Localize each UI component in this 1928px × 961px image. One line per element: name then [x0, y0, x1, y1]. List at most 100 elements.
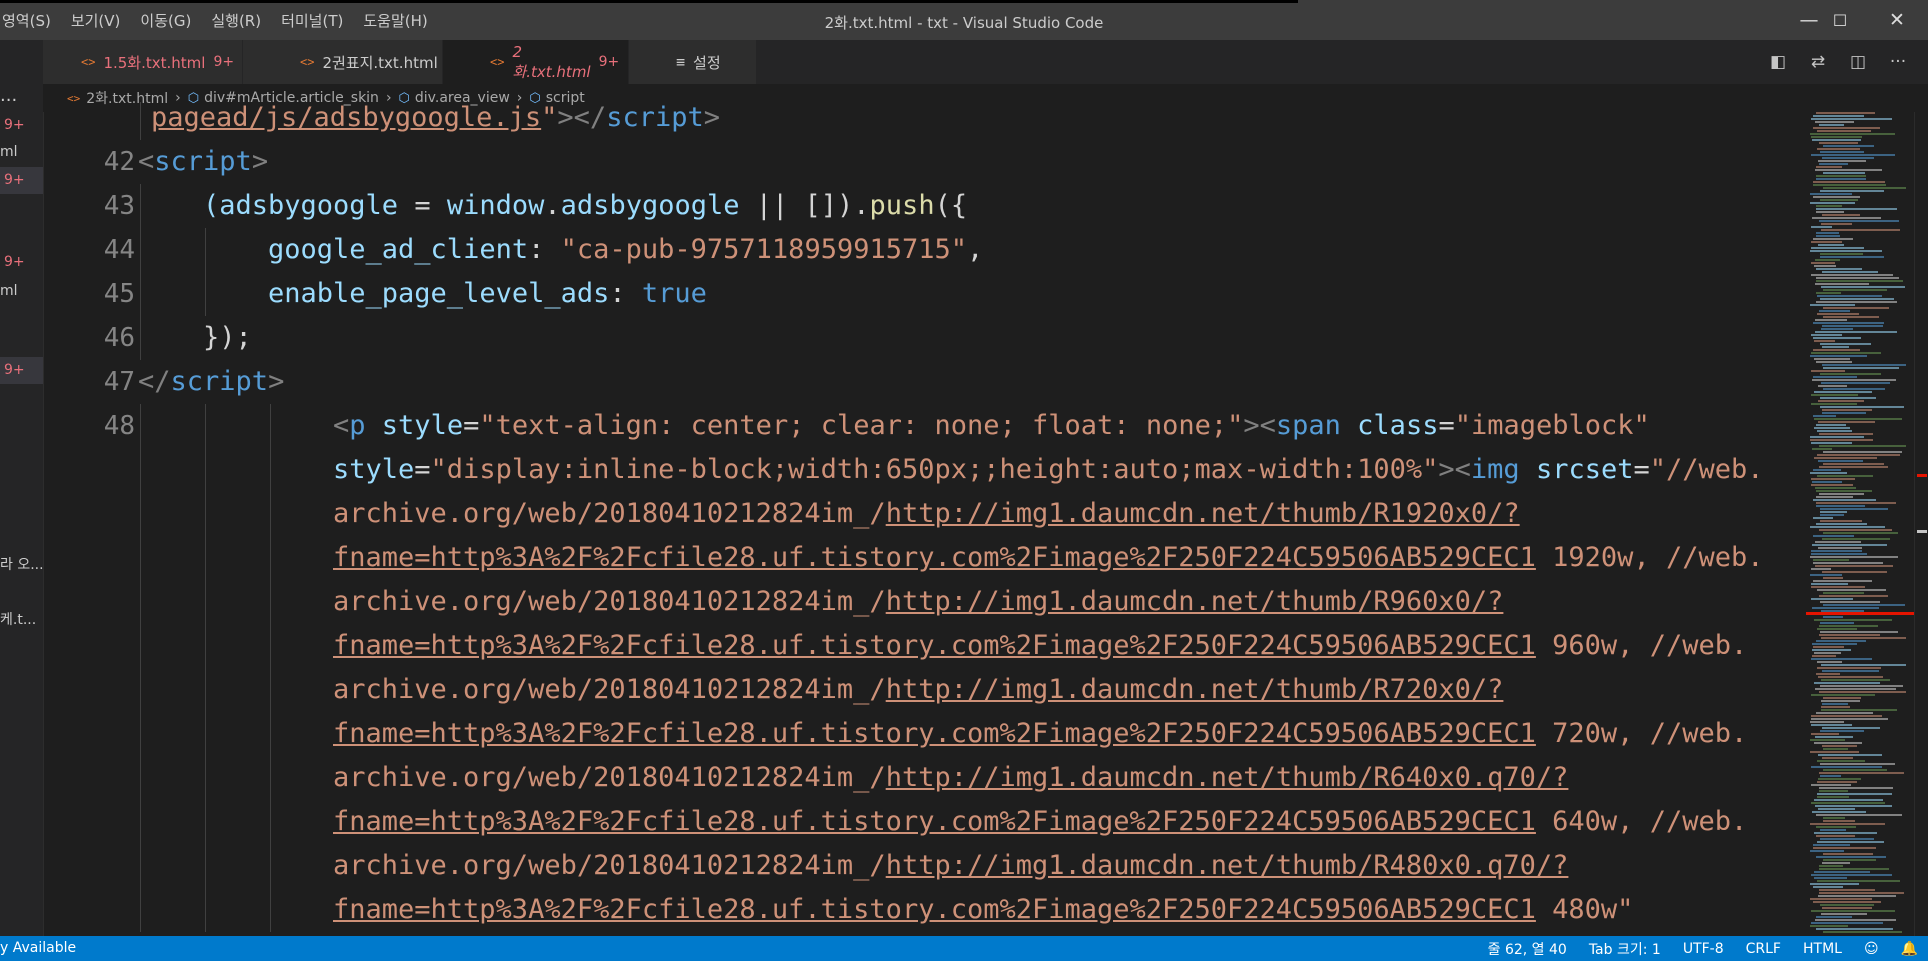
minimap-line	[1816, 208, 1897, 210]
end-of-line[interactable]: CRLF	[1746, 941, 1781, 957]
indent-guide	[205, 404, 206, 448]
tab-2gwon-pyoji[interactable]: <> 2권표지.txt.html	[243, 40, 443, 84]
minimap-line	[1816, 424, 1846, 426]
code-line[interactable]: fname=http%3A%2F%2Fcfile28.uf.tistory.co…	[333, 888, 1633, 932]
minimap-line	[1822, 907, 1872, 909]
code-line[interactable]: enable_page_level_ads: true	[268, 272, 707, 316]
code-line[interactable]: <p style="text-align: center; clear: non…	[333, 404, 1650, 448]
split-editor-icon[interactable]: ◫	[1838, 52, 1878, 72]
status-left-text[interactable]: y Available	[0, 936, 76, 961]
code-line[interactable]: (adsbygoogle = window.adsbygoogle || [])…	[203, 184, 967, 228]
code-line[interactable]: pagead/js/adsbygoogle.js"></script>	[151, 102, 720, 140]
code-line[interactable]: <script>	[138, 140, 268, 184]
code-token: pagead/js/adsbygoogle.js	[151, 102, 542, 133]
minimap-line	[1811, 733, 1839, 735]
minimap[interactable]	[1806, 112, 1914, 936]
code-line[interactable]: style="display:inline-block;width:650px;…	[333, 448, 1764, 492]
minimap-line	[1820, 520, 1862, 522]
compare-changes-icon[interactable]: ⇄	[1798, 52, 1838, 72]
minimap-line	[1817, 628, 1857, 630]
minimap-line	[1820, 397, 1876, 399]
status-bar: y Available 줄 62, 열 40 Tab 크기: 1 UTF-8 C…	[0, 936, 1928, 961]
code-token: || [])	[739, 190, 854, 221]
indent-guide	[270, 536, 271, 580]
sidebar-item[interactable]: 9+	[0, 357, 43, 384]
minimap-line	[1823, 172, 1865, 174]
encoding[interactable]: UTF-8	[1683, 941, 1724, 957]
sidebar-item[interactable]: 라 오...	[0, 552, 43, 579]
code-line[interactable]: fname=http%3A%2F%2Fcfile28.uf.tistory.co…	[333, 800, 1747, 844]
minimap-line	[1820, 298, 1894, 300]
minimap-line	[1816, 232, 1839, 234]
code-token: span	[1275, 410, 1341, 441]
code-line[interactable]: </script>	[138, 360, 284, 404]
minimap-line	[1810, 355, 1867, 357]
title-bar: 영역(S) 보기(V) 이동(G) 실행(R) 터미널(T) 도움말(H) 2화…	[0, 0, 1928, 40]
minimap-line	[1823, 367, 1899, 369]
code-line[interactable]: archive.org/web/20180410212824im_/http:/…	[333, 844, 1568, 888]
minimap-line	[1820, 151, 1864, 153]
indent-guide	[270, 844, 271, 888]
close-window-button[interactable]: ✕	[1874, 0, 1920, 40]
minimap-error-highlight	[1806, 612, 1914, 615]
minimap-line	[1811, 922, 1883, 924]
code-line[interactable]: google_ad_client: "ca-pub-97571189599157…	[268, 228, 983, 272]
sidebar-item[interactable]: 9+	[0, 167, 43, 194]
bell-icon[interactable]: 🔔	[1901, 941, 1918, 957]
sidebar-item[interactable]: 9+	[0, 112, 43, 139]
code-editor[interactable]: pagead/js/adsbygoogle.js"></script> 42 <sc…	[43, 102, 1803, 936]
indent-guide	[270, 800, 271, 844]
tab-size[interactable]: Tab 크기: 1	[1589, 939, 1661, 959]
minimap-line	[1811, 334, 1842, 336]
sidebar-item[interactable]: 9+	[0, 249, 43, 276]
code-token: true	[641, 278, 707, 309]
minimap-line	[1810, 925, 1848, 927]
minimap-line	[1820, 631, 1898, 633]
minimap-line	[1821, 679, 1890, 681]
more-actions-icon[interactable]: ···	[1878, 52, 1918, 72]
code-line[interactable]: archive.org/web/20180410212824im_/http:/…	[333, 756, 1568, 800]
minimap-line	[1817, 661, 1842, 663]
vertical-scrollbar[interactable]	[1914, 112, 1928, 936]
minimap-line	[1822, 727, 1880, 729]
minimap-line	[1810, 721, 1844, 723]
minimap-line	[1815, 283, 1869, 285]
sidebar-item[interactable]: 케.t...	[0, 607, 43, 634]
minimap-line	[1821, 664, 1906, 666]
code-line[interactable]: archive.org/web/20180410212824im_/http:/…	[333, 492, 1520, 536]
tab-settings[interactable]: ≡ 설정	[629, 40, 757, 84]
minimap-line	[1811, 718, 1888, 720]
minimap-line	[1823, 577, 1843, 579]
indent-guide	[140, 624, 141, 668]
cursor-position[interactable]: 줄 62, 열 40	[1488, 939, 1567, 959]
more-icon[interactable]: ···	[0, 90, 17, 111]
feedback-icon[interactable]: ☺	[1864, 941, 1879, 957]
sidebar-item[interactable]: ml	[0, 139, 43, 166]
minimap-line	[1816, 640, 1866, 642]
minimap-line	[1817, 589, 1886, 591]
minimap-line	[1820, 256, 1884, 258]
minimap-line	[1814, 265, 1836, 267]
minimap-line	[1822, 745, 1857, 747]
maximize-button[interactable]: ☐	[1817, 0, 1863, 40]
sidebar-item[interactable]: ml	[0, 278, 43, 305]
code-line[interactable]: fname=http%3A%2F%2Fcfile28.uf.tistory.co…	[333, 536, 1763, 580]
code-line[interactable]: archive.org/web/20180410212824im_/http:/…	[333, 668, 1503, 712]
tab-2hwa[interactable]: <> 2화.txt.html 9+ ✕	[443, 40, 641, 84]
code-line[interactable]: fname=http%3A%2F%2Fcfile28.uf.tistory.co…	[333, 624, 1747, 668]
line-number: 43	[103, 191, 135, 221]
code-line[interactable]: archive.org/web/20180410212824im_/http:/…	[333, 580, 1503, 624]
minimap-line	[1820, 514, 1844, 516]
tab-1-5hwa[interactable]: <> 1.5화.txt.html 9+	[43, 40, 243, 84]
language-mode[interactable]: HTML	[1803, 941, 1842, 957]
minimap-line	[1817, 880, 1900, 882]
code-line[interactable]: });	[203, 316, 252, 360]
minimap-line	[1816, 496, 1853, 498]
code-line[interactable]: fname=http%3A%2F%2Fcfile28.uf.tistory.co…	[333, 712, 1747, 756]
window-title: 2화.txt.html - txt - Visual Studio Code	[824, 14, 1104, 32]
minimap-line	[1817, 475, 1873, 477]
open-preview-icon[interactable]: ◧	[1758, 52, 1798, 72]
indent-guide	[205, 228, 206, 272]
